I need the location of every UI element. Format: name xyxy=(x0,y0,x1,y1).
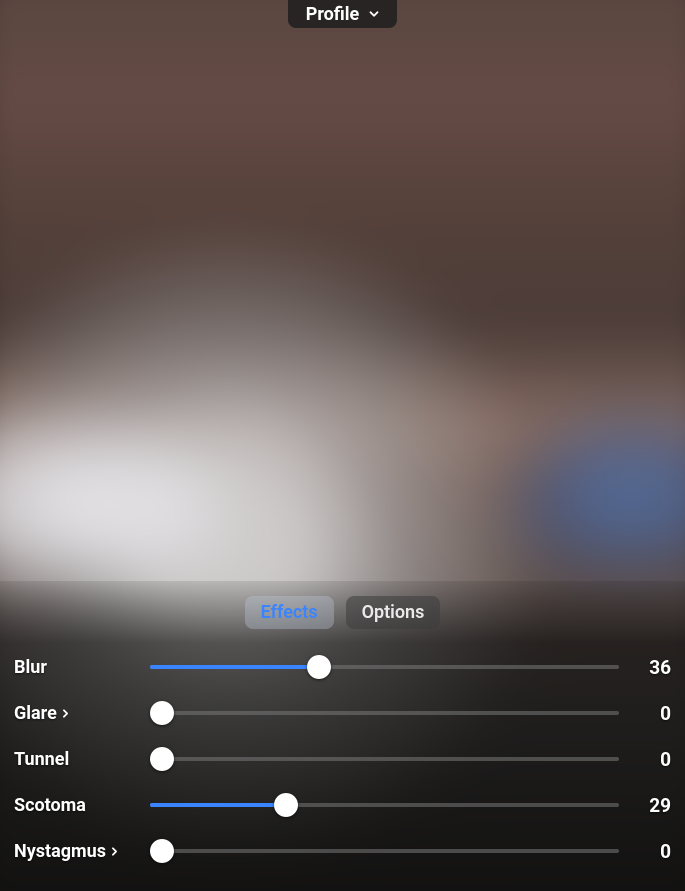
tab-bar: Effects Options xyxy=(0,596,685,629)
slider-thumb[interactable] xyxy=(150,839,174,863)
preview-image xyxy=(4,40,681,584)
chevron-right-icon xyxy=(59,707,72,720)
slider-label-nystagmus[interactable]: Nystagmus xyxy=(14,841,150,862)
slider-value-scotoma: 29 xyxy=(619,794,671,817)
slider-fill xyxy=(150,665,319,669)
slider-value-blur: 36 xyxy=(619,656,671,679)
slider-thumb[interactable] xyxy=(150,747,174,771)
chevron-down-icon xyxy=(367,7,381,21)
tab-effects-label: Effects xyxy=(261,602,318,623)
slider-row-glare: Glare 0 xyxy=(14,690,671,736)
slider-row-nystagmus: Nystagmus 0 xyxy=(14,828,671,874)
slider-label-text: Tunnel xyxy=(14,749,69,770)
profile-label: Profile xyxy=(306,4,360,25)
slider-row-scotoma: Scotoma 29 xyxy=(14,782,671,828)
slider-nystagmus[interactable] xyxy=(150,837,619,865)
slider-scotoma[interactable] xyxy=(150,791,619,819)
slider-label-scotoma: Scotoma xyxy=(14,795,150,816)
slider-thumb[interactable] xyxy=(307,655,331,679)
chevron-right-icon xyxy=(108,845,121,858)
slider-thumb[interactable] xyxy=(150,701,174,725)
slider-label-text: Scotoma xyxy=(14,795,86,816)
slider-row-tunnel: Tunnel 0 xyxy=(14,736,671,782)
profile-dropdown-button[interactable]: Profile xyxy=(288,0,398,28)
slider-value-tunnel: 0 xyxy=(619,748,671,771)
tab-options[interactable]: Options xyxy=(346,596,441,629)
tab-options-label: Options xyxy=(362,602,425,623)
slider-glare[interactable] xyxy=(150,699,619,727)
slider-track xyxy=(150,849,619,853)
slider-label-text: Nystagmus xyxy=(14,841,106,862)
slider-label-text: Glare xyxy=(14,703,57,724)
slider-track xyxy=(150,757,619,761)
slider-label-tunnel: Tunnel xyxy=(14,749,150,770)
slider-blur[interactable] xyxy=(150,653,619,681)
tab-effects[interactable]: Effects xyxy=(245,596,334,629)
slider-tunnel[interactable] xyxy=(150,745,619,773)
slider-value-glare: 0 xyxy=(619,702,671,725)
sliders-panel: Blur 36 Glare 0 Tunnel 0 Scotoma 29 Nystagmus 0 xyxy=(14,644,671,874)
slider-label-glare[interactable]: Glare xyxy=(14,703,150,724)
slider-value-nystagmus: 0 xyxy=(619,840,671,863)
slider-thumb[interactable] xyxy=(274,793,298,817)
slider-label-blur: Blur xyxy=(14,657,150,678)
slider-fill xyxy=(150,803,286,807)
slider-label-text: Blur xyxy=(14,657,47,678)
slider-row-blur: Blur 36 xyxy=(14,644,671,690)
slider-track xyxy=(150,711,619,715)
